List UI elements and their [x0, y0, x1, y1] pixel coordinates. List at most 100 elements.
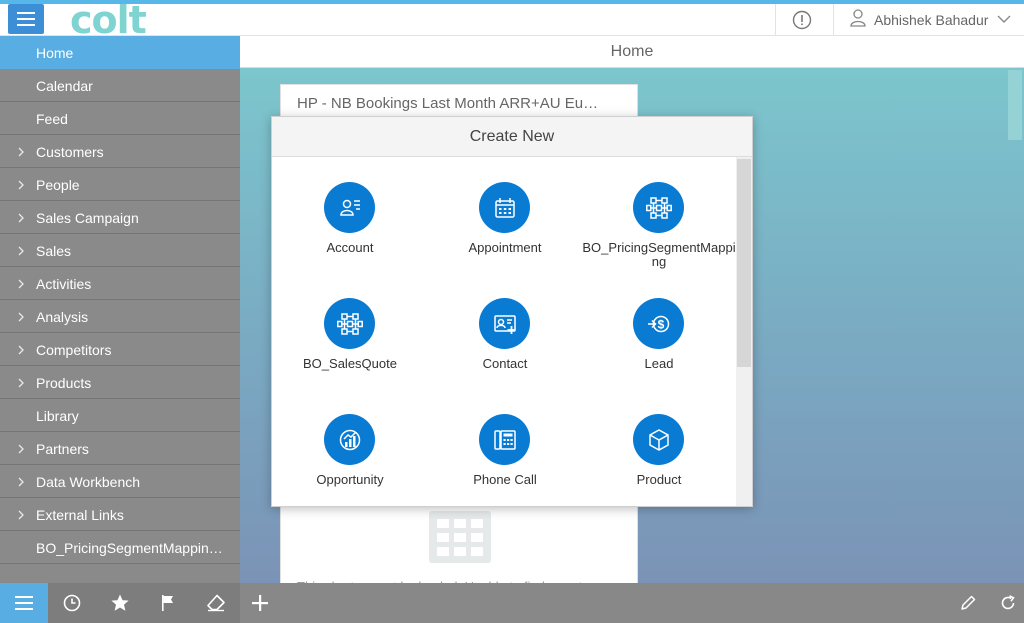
tile-icon-button[interactable]	[479, 298, 530, 349]
tile-icon-button[interactable]	[633, 182, 684, 233]
tile-icon-button[interactable]	[324, 298, 375, 349]
tile-icon-button[interactable]	[479, 414, 530, 465]
sidebar-item-label: Home	[36, 45, 74, 61]
sidebar-item-analysis[interactable]: Analysis	[0, 300, 240, 333]
sidebar-item-label: Data Workbench	[36, 474, 141, 490]
sidebar-item-feed[interactable]: Feed	[0, 102, 240, 135]
tile-label[interactable]: Appointment	[427, 241, 583, 255]
create-tile-bo-salesquote[interactable]: BO_SalesQuote	[272, 273, 428, 389]
user-name[interactable]: Abhishek Bahadur	[874, 12, 988, 28]
sidebar-item-products[interactable]: Products	[0, 366, 240, 399]
tile-icon-button[interactable]	[324, 414, 375, 465]
chevron-right-icon[interactable]	[17, 477, 25, 487]
tile-label[interactable]: Product	[581, 473, 737, 487]
sidebar-item-activities[interactable]: Activities	[0, 267, 240, 300]
chevron-right-icon[interactable]	[17, 246, 25, 256]
sidebar-item-library[interactable]: Library	[0, 399, 240, 432]
flags-button[interactable]	[144, 583, 192, 623]
sidebar-item-label: External Links	[36, 507, 124, 523]
dialog-scrollbar-thumb[interactable]	[737, 159, 751, 367]
page-title-bar: Home	[240, 36, 1024, 68]
favorites-button[interactable]	[96, 583, 144, 623]
sidebar-item-label: Products	[36, 375, 92, 391]
tile-label[interactable]: BO_SalesQuote	[272, 357, 428, 371]
report-card-title[interactable]: HP - NB Bookings Last Month ARR+AU Eu…	[297, 95, 598, 112]
sidebar-item-competitors[interactable]: Competitors	[0, 333, 240, 366]
pencil-icon	[961, 595, 976, 610]
hamburger-icon	[17, 12, 35, 26]
create-tile-product[interactable]: Product	[581, 389, 737, 505]
create-tile-account[interactable]: Account	[272, 157, 428, 273]
sidebar-item-label: Sales Campaign	[36, 210, 139, 226]
sidebar-item-label: BO_PricingSegmentMappin…	[36, 540, 223, 556]
sidebar-item-sales[interactable]: Sales	[0, 234, 240, 267]
sidebar-item-data-workbench[interactable]: Data Workbench	[0, 465, 240, 498]
svg-text:$: $	[657, 317, 664, 331]
tile-label[interactable]: Account	[272, 241, 428, 255]
tile-label[interactable]: Contact	[427, 357, 583, 371]
lead-dollar-icon: $	[647, 315, 669, 332]
hamburger-icon	[15, 596, 33, 610]
sidebar-item-customers[interactable]: Customers	[0, 135, 240, 168]
clear-button[interactable]	[192, 583, 240, 623]
sidebar-item-label: Calendar	[36, 78, 93, 94]
tile-label[interactable]: BO_PricingSegmentMapping	[581, 241, 737, 269]
notification-alert-icon[interactable]	[792, 10, 812, 30]
product-box-icon	[648, 428, 669, 451]
star-icon	[111, 594, 129, 611]
create-tile-contact[interactable]: Contact	[427, 273, 583, 389]
refresh-icon	[1001, 595, 1015, 610]
create-tile-phone-call[interactable]: Phone Call	[427, 389, 583, 505]
tile-label[interactable]: Phone Call	[427, 473, 583, 487]
tile-label[interactable]: Opportunity	[272, 473, 428, 487]
chevron-right-icon[interactable]	[17, 345, 25, 355]
bottom-toolbar	[0, 583, 1024, 623]
create-tile-appointment[interactable]: Appointment	[427, 157, 583, 273]
header-divider	[775, 4, 776, 36]
tile-icon-button[interactable]	[633, 414, 684, 465]
chevron-right-icon[interactable]	[17, 180, 25, 190]
chevron-right-icon[interactable]	[17, 510, 25, 520]
sidebar-item-people[interactable]: People	[0, 168, 240, 201]
chevron-right-icon[interactable]	[17, 213, 25, 223]
chevron-right-icon[interactable]	[17, 378, 25, 388]
user-icon[interactable]	[850, 9, 866, 27]
sidebar-navigation: Home Calendar Feed Customers People Sales Cam…	[0, 36, 240, 583]
sidebar-item-partners[interactable]: Partners	[0, 432, 240, 465]
tile-label[interactable]: Lead	[581, 357, 737, 371]
sidebar-item-calendar[interactable]: Calendar	[0, 69, 240, 102]
tile-icon-button[interactable]	[479, 182, 530, 233]
page-title: Home	[610, 43, 654, 60]
sidebar-item-label: Activities	[36, 276, 92, 292]
chevron-right-icon[interactable]	[17, 312, 25, 322]
tile-icon-button[interactable]	[324, 182, 375, 233]
create-tile-lead[interactable]: $ Lead	[581, 273, 737, 389]
clock-icon	[63, 594, 81, 612]
sidebar-item-label: Partners	[36, 441, 89, 457]
main-menu-button[interactable]	[8, 4, 44, 34]
chevron-right-icon[interactable]	[17, 147, 25, 157]
chevron-right-icon[interactable]	[17, 444, 25, 454]
network-icon	[336, 312, 363, 335]
tile-icon-button[interactable]: $	[633, 298, 684, 349]
account-icon	[339, 199, 360, 216]
sidebar-item-sales-campaign[interactable]: Sales Campaign	[0, 201, 240, 234]
dialog-title: Create New	[469, 128, 555, 145]
create-tile-opportunity[interactable]: Opportunity	[272, 389, 428, 505]
refresh-button[interactable]	[984, 583, 1024, 623]
create-tile-bo-pricingsegmentmapping[interactable]: BO_PricingSegmentMapping	[581, 157, 737, 273]
header-divider	[833, 4, 834, 36]
recent-items-button[interactable]	[48, 583, 96, 623]
navigation-menu-button[interactable]	[0, 583, 48, 623]
main-scrollbar[interactable]	[1008, 70, 1022, 140]
sidebar-item-external-links[interactable]: External Links	[0, 498, 240, 531]
add-new-button[interactable]	[236, 583, 284, 623]
sidebar-item-label: Feed	[36, 111, 68, 127]
chevron-right-icon[interactable]	[17, 279, 25, 289]
network-icon	[645, 196, 672, 219]
sidebar-item-home[interactable]: Home	[0, 36, 240, 69]
sidebar-item-bo-pricingsegmentmappin[interactable]: BO_PricingSegmentMappin…	[0, 531, 240, 564]
dialog-header: Create New	[272, 117, 752, 157]
chevron-down-icon[interactable]	[997, 14, 1011, 24]
opportunity-chart-icon	[339, 429, 360, 450]
